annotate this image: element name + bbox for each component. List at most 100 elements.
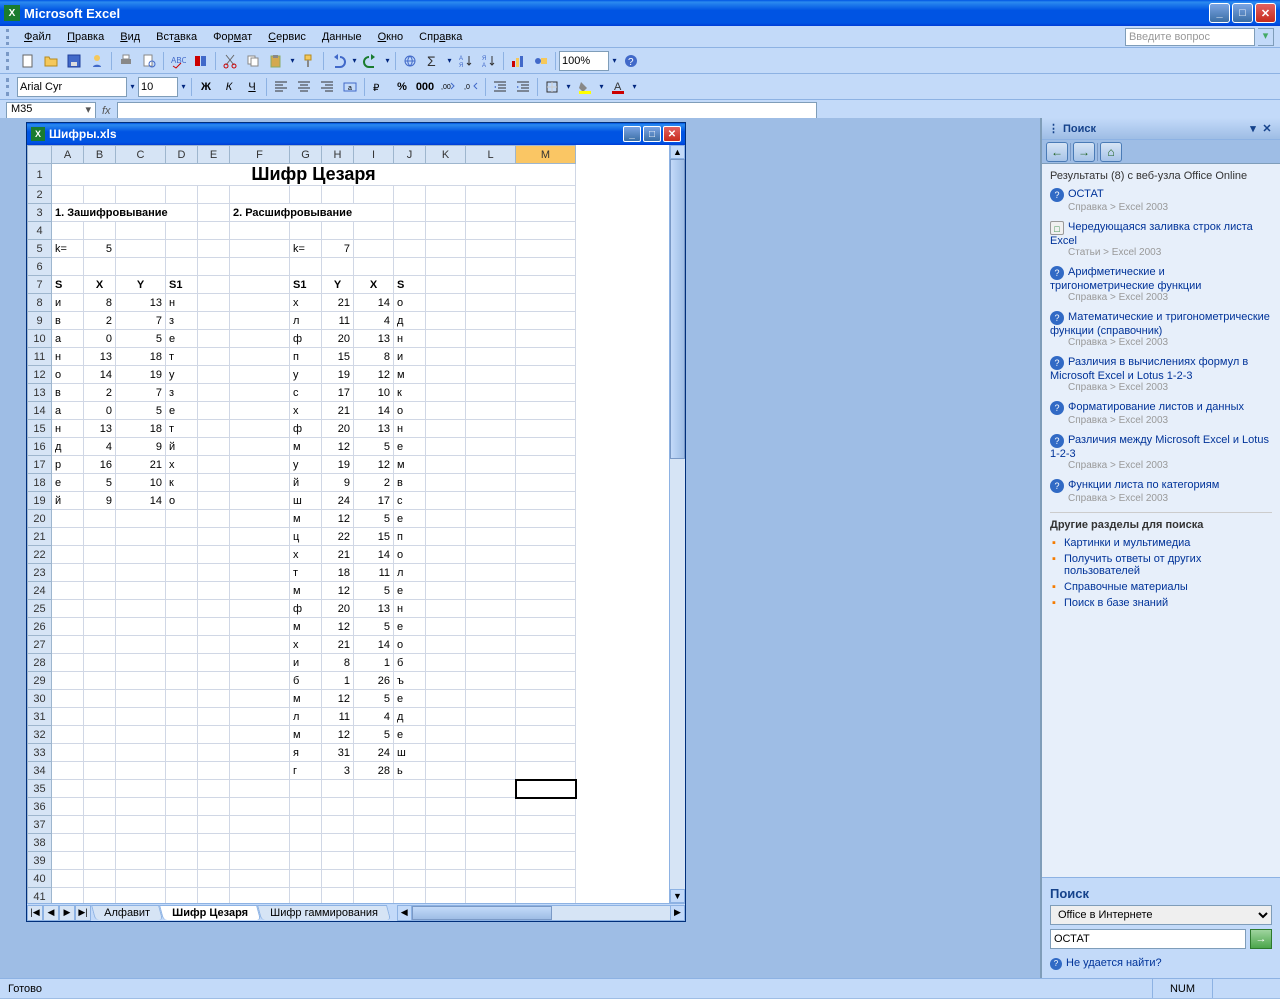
col-header-I[interactable]: I — [354, 146, 394, 164]
cell-D25[interactable] — [166, 600, 198, 618]
cell-K39[interactable] — [426, 852, 466, 870]
cell-F10[interactable] — [230, 330, 290, 348]
cell-I31[interactable]: 4 — [354, 708, 394, 726]
col-header-L[interactable]: L — [466, 146, 516, 164]
save-icon[interactable] — [63, 50, 85, 72]
cell-B27[interactable] — [84, 636, 116, 654]
cell-C17[interactable]: 21 — [116, 456, 166, 474]
cell-A31[interactable] — [52, 708, 84, 726]
cell-A36[interactable] — [52, 798, 84, 816]
cell-L9[interactable] — [466, 312, 516, 330]
decrease-indent-icon[interactable] — [489, 76, 511, 98]
cell-L11[interactable] — [466, 348, 516, 366]
vertical-scrollbar[interactable]: ▲ ▼ — [669, 145, 685, 903]
cell-J21[interactable]: п — [394, 528, 426, 546]
search-result[interactable]: ?Различия в вычислениях формул в Microso… — [1050, 356, 1272, 393]
cell-I12[interactable]: 12 — [354, 366, 394, 384]
cell-G11[interactable]: п — [290, 348, 322, 366]
cell-M41[interactable] — [516, 888, 576, 904]
cell-A18[interactable]: е — [52, 474, 84, 492]
cell-I37[interactable] — [354, 816, 394, 834]
cell-K35[interactable] — [426, 780, 466, 798]
cell-E27[interactable] — [198, 636, 230, 654]
cell-I5[interactable] — [354, 240, 394, 258]
search-go-button[interactable]: → — [1250, 929, 1272, 949]
cell-A30[interactable] — [52, 690, 84, 708]
cell-B21[interactable] — [84, 528, 116, 546]
cell-M35[interactable] — [516, 780, 576, 798]
cell-B29[interactable] — [84, 672, 116, 690]
cell-G31[interactable]: л — [290, 708, 322, 726]
dropdown-icon[interactable]: ▾ — [128, 82, 137, 91]
cell-G35[interactable] — [290, 780, 322, 798]
cell-E37[interactable] — [198, 816, 230, 834]
cell-C30[interactable] — [116, 690, 166, 708]
cell-L29[interactable] — [466, 672, 516, 690]
cell-H40[interactable] — [322, 870, 354, 888]
align-center-icon[interactable] — [293, 76, 315, 98]
cell-M29[interactable] — [516, 672, 576, 690]
cell-J6[interactable] — [394, 258, 426, 276]
cell-L5[interactable] — [466, 240, 516, 258]
result-title[interactable]: Чередующаяся заливка строк листа Excel — [1050, 221, 1253, 247]
select-all-corner[interactable] — [28, 146, 52, 164]
cell-L38[interactable] — [466, 834, 516, 852]
cell-A15[interactable]: н — [52, 420, 84, 438]
cell-D34[interactable] — [166, 762, 198, 780]
cell-L39[interactable] — [466, 852, 516, 870]
cell-H8[interactable]: 21 — [322, 294, 354, 312]
align-right-icon[interactable] — [316, 76, 338, 98]
cell-A25[interactable] — [52, 600, 84, 618]
cell-A23[interactable] — [52, 564, 84, 582]
borders-icon[interactable] — [541, 76, 563, 98]
cell-D5[interactable] — [166, 240, 198, 258]
cell-B4[interactable] — [84, 222, 116, 240]
cell-I40[interactable] — [354, 870, 394, 888]
cell-K7[interactable] — [426, 276, 466, 294]
cell-J4[interactable] — [394, 222, 426, 240]
cell-L3[interactable] — [466, 204, 516, 222]
cell-M30[interactable] — [516, 690, 576, 708]
cell-D2[interactable] — [166, 186, 198, 204]
cell-G19[interactable]: ш — [290, 492, 322, 510]
cell-C23[interactable] — [116, 564, 166, 582]
cell-L2[interactable] — [466, 186, 516, 204]
cell-F16[interactable] — [230, 438, 290, 456]
cell-J31[interactable]: д — [394, 708, 426, 726]
result-title[interactable]: Различия между Microsoft Excel и Lotus 1… — [1050, 434, 1269, 460]
cell-E32[interactable] — [198, 726, 230, 744]
row-header-35[interactable]: 35 — [28, 780, 52, 798]
cell-G37[interactable] — [290, 816, 322, 834]
cell-H20[interactable]: 12 — [322, 510, 354, 528]
result-title[interactable]: ОСТАТ — [1068, 188, 1104, 200]
row-header-19[interactable]: 19 — [28, 492, 52, 510]
cell-H2[interactable] — [322, 186, 354, 204]
cell-I9[interactable]: 4 — [354, 312, 394, 330]
handle-icon[interactable]: ⋮ — [1048, 122, 1059, 135]
cell-I20[interactable]: 5 — [354, 510, 394, 528]
cell-M32[interactable] — [516, 726, 576, 744]
dropdown-icon[interactable]: ▾ — [630, 82, 639, 91]
dropdown-icon[interactable]: ▾ — [288, 56, 297, 65]
cell-F6[interactable] — [230, 258, 290, 276]
row-header-40[interactable]: 40 — [28, 870, 52, 888]
cell-K20[interactable] — [426, 510, 466, 528]
cell-C7[interactable]: Y — [116, 276, 166, 294]
cell-K30[interactable] — [426, 690, 466, 708]
cell-B13[interactable]: 2 — [84, 384, 116, 402]
scroll-up-icon[interactable]: ▲ — [670, 145, 685, 159]
menu-edit[interactable]: Правка — [59, 29, 112, 45]
cell-K15[interactable] — [426, 420, 466, 438]
cell-L14[interactable] — [466, 402, 516, 420]
nav-home-icon[interactable]: ⌂ — [1100, 142, 1122, 162]
cell-F30[interactable] — [230, 690, 290, 708]
cell-A26[interactable] — [52, 618, 84, 636]
cell-M15[interactable] — [516, 420, 576, 438]
cell-B17[interactable]: 16 — [84, 456, 116, 474]
cell-G28[interactable]: и — [290, 654, 322, 672]
cell-A6[interactable] — [52, 258, 84, 276]
cell-H39[interactable] — [322, 852, 354, 870]
cell-A7[interactable]: S — [52, 276, 84, 294]
cell-H36[interactable] — [322, 798, 354, 816]
cell-H23[interactable]: 18 — [322, 564, 354, 582]
